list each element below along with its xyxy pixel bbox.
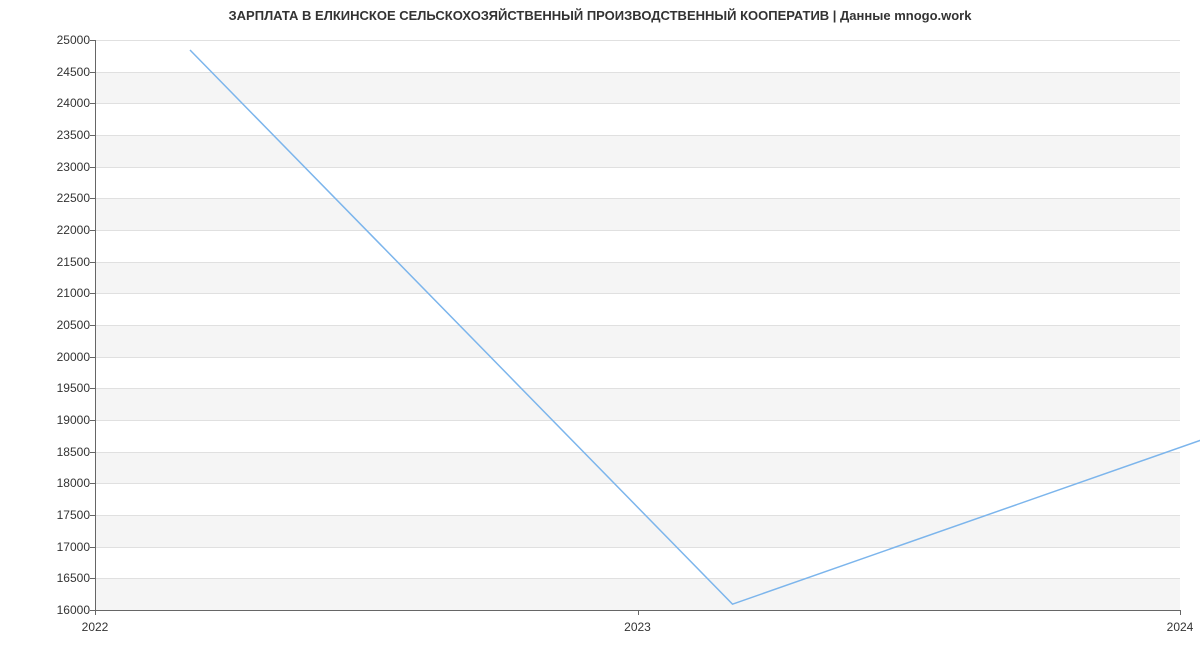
x-tick-mark: [95, 610, 96, 615]
y-tick-mark: [90, 578, 95, 579]
x-tick-label: 2023: [624, 620, 651, 634]
y-tick-mark: [90, 198, 95, 199]
y-tick-mark: [90, 293, 95, 294]
y-tick-mark: [90, 483, 95, 484]
y-tick-label: 17000: [57, 540, 90, 554]
y-tick-label: 17500: [57, 508, 90, 522]
y-axis-line: [95, 40, 96, 610]
chart-title: ЗАРПЛАТА В ЕЛКИНСКОЕ СЕЛЬСКОХОЗЯЙСТВЕННЫ…: [0, 0, 1200, 27]
y-tick-label: 23000: [57, 160, 90, 174]
y-tick-label: 24500: [57, 65, 90, 79]
chart-container: 16000 16500 17000 17500 18000 18500 19000 19500…: [0, 30, 1200, 650]
y-tick-label: 18000: [57, 476, 90, 490]
y-tick-mark: [90, 452, 95, 453]
y-tick-label: 19500: [57, 381, 90, 395]
y-tick-mark: [90, 420, 95, 421]
y-tick-label: 16500: [57, 571, 90, 585]
y-tick-mark: [90, 103, 95, 104]
y-tick-mark: [90, 515, 95, 516]
plot-area: [95, 40, 1180, 610]
x-tick-mark: [1180, 610, 1181, 615]
y-tick-label: 25000: [57, 33, 90, 47]
gridline: [95, 40, 1180, 41]
y-tick-label: 18500: [57, 445, 90, 459]
y-tick-mark: [90, 40, 95, 41]
y-tick-mark: [90, 167, 95, 168]
y-tick-mark: [90, 357, 95, 358]
x-tick-label: 2022: [82, 620, 109, 634]
y-tick-mark: [90, 547, 95, 548]
y-tick-label: 21500: [57, 255, 90, 269]
x-tick-mark: [638, 610, 639, 615]
y-tick-mark: [90, 388, 95, 389]
y-tick-label: 16000: [57, 603, 90, 617]
y-tick-mark: [90, 230, 95, 231]
y-tick-mark: [90, 262, 95, 263]
line-series: [190, 50, 1200, 620]
y-tick-label: 21000: [57, 286, 90, 300]
y-tick-mark: [90, 135, 95, 136]
y-tick-label: 24000: [57, 96, 90, 110]
y-tick-label: 19000: [57, 413, 90, 427]
x-tick-label: 2024: [1167, 620, 1194, 634]
y-tick-label: 23500: [57, 128, 90, 142]
y-tick-label: 20500: [57, 318, 90, 332]
y-tick-mark: [90, 325, 95, 326]
y-tick-label: 22500: [57, 191, 90, 205]
y-tick-label: 20000: [57, 350, 90, 364]
y-tick-label: 22000: [57, 223, 90, 237]
y-tick-mark: [90, 72, 95, 73]
